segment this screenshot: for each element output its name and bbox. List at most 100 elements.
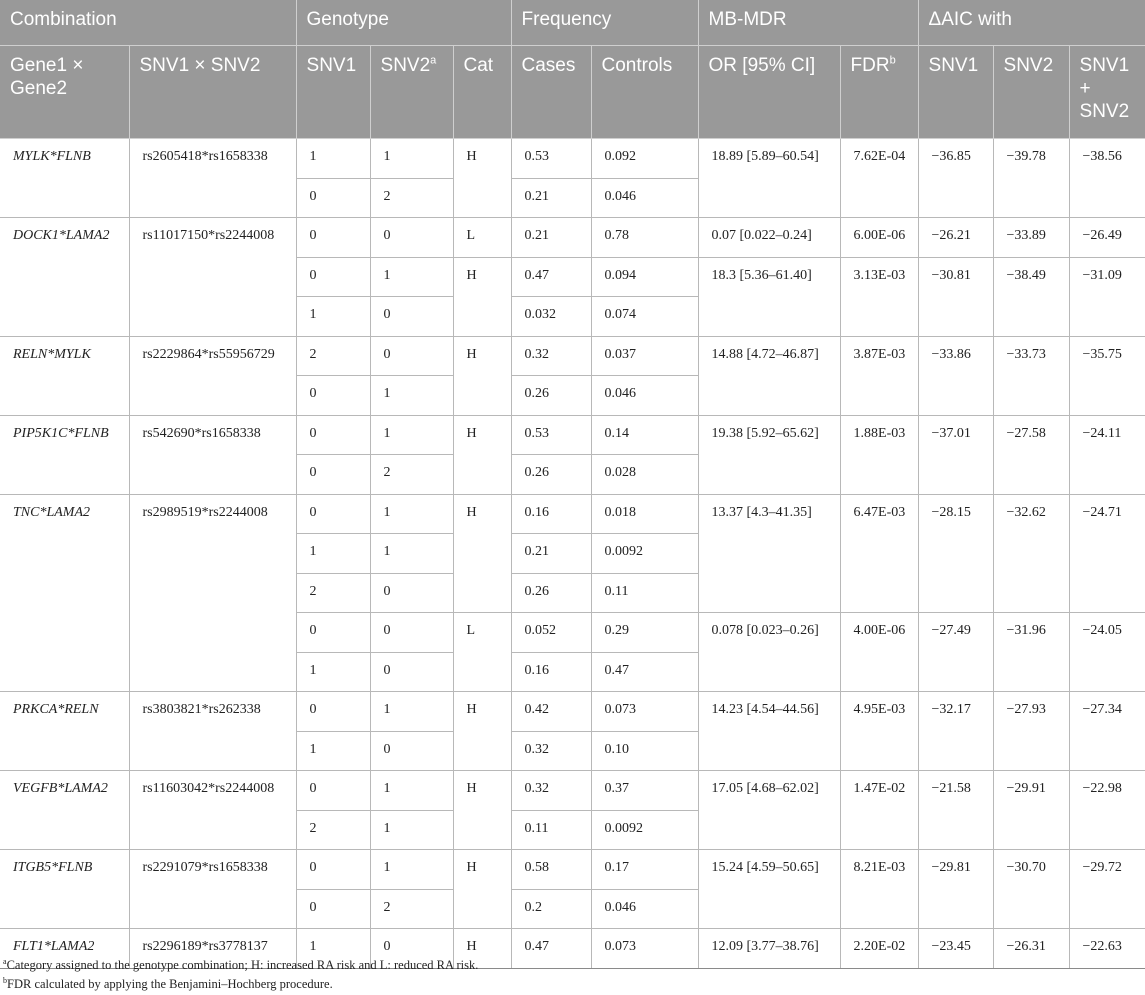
delta-aic-both-cell: −24.71 xyxy=(1068,493,1145,613)
genotype-snv2-cell: 1 xyxy=(369,414,454,455)
delta-aic-snv2-cell: −33.89 xyxy=(992,217,1070,258)
snv-pair-cell: rs2229864*rs55956729 xyxy=(128,335,297,416)
snv-pair-cell: rs3803821*rs262338 xyxy=(128,691,297,771)
controls-frequency-cell: 0.0092 xyxy=(590,809,699,850)
delta-aic-snv2-cell: −30.70 xyxy=(992,849,1070,929)
fdr-cell: 7.62E-04 xyxy=(839,138,919,218)
gene-pair-cell: TNC*LAMA2 xyxy=(0,493,130,692)
table-row: DOCK1*LAMA2 rs11017150*rs2244008 0 0 L 0.21 0.… xyxy=(0,217,1145,337)
table-row: MYLK*FLNB rs2605418*rs1658338 1 1 H 0.53 0.092… xyxy=(0,138,1145,218)
col-header-snv2-label: SNV2 xyxy=(380,55,431,76)
genotype-snv2-cell: 1 xyxy=(369,493,454,534)
genotype-snv2-cell: 2 xyxy=(369,888,454,929)
genotype-snv2-cell: 0 xyxy=(369,612,454,653)
genotype-snv2-cell: 0 xyxy=(369,651,454,692)
snv-pair-cell: rs542690*rs1658338 xyxy=(128,414,297,495)
genotype-snv1-cell: 0 xyxy=(296,612,371,653)
col-header-odds-ratio: OR [95% CI] xyxy=(698,45,841,139)
fdr-cell: 6.00E-06 xyxy=(839,217,919,258)
genotype-snv2-cell: 1 xyxy=(369,533,454,574)
category-cell: H xyxy=(452,493,512,613)
cases-frequency-cell: 0.53 xyxy=(510,414,592,455)
controls-frequency-cell: 0.14 xyxy=(590,414,699,455)
category-cell: H xyxy=(452,770,512,850)
genotype-snv1-cell: 0 xyxy=(296,177,371,218)
snv-pair-cell: rs2605418*rs1658338 xyxy=(128,138,297,218)
controls-frequency-cell: 0.094 xyxy=(590,256,699,297)
genotype-snv1-cell: 0 xyxy=(295,691,371,732)
genotype-snv2-cell: 1 xyxy=(369,691,454,732)
cases-frequency-cell: 0.21 xyxy=(510,533,592,574)
cases-frequency-cell: 0.53 xyxy=(510,138,592,179)
controls-frequency-cell: 0.046 xyxy=(590,177,699,218)
controls-frequency-cell: 0.074 xyxy=(590,296,699,337)
genotype-snv1-cell: 0 xyxy=(295,414,371,455)
group-header-mb-mdr: MB-MDR xyxy=(698,0,919,46)
controls-frequency-cell: 0.037 xyxy=(590,335,699,376)
snv-pair-cell: rs11603042*rs2244008 xyxy=(128,770,297,850)
gene-pair-cell: RELN*MYLK xyxy=(0,335,130,416)
genotype-snv1-cell: 1 xyxy=(295,138,371,179)
fdr-cell: 1.47E-02 xyxy=(839,770,919,850)
genotype-snv1-cell: 1 xyxy=(296,730,371,771)
genotype-snv2-cell: 0 xyxy=(369,335,454,376)
odds-ratio-cell: 0.07 [0.022–0.24] xyxy=(697,217,841,258)
controls-frequency-cell: 0.092 xyxy=(590,138,699,179)
genotype-snv1-cell: 2 xyxy=(295,335,371,376)
cases-frequency-cell: 0.2 xyxy=(510,888,592,929)
delta-aic-snv1-cell: −37.01 xyxy=(917,414,994,495)
table-row: TNC*LAMA2 rs2989519*rs2244008 0 1 H 0.16 0.018… xyxy=(0,493,1145,692)
controls-frequency-cell: 0.78 xyxy=(590,217,699,258)
controls-frequency-cell: 0.018 xyxy=(590,493,699,534)
cases-frequency-cell: 0.42 xyxy=(510,691,592,732)
snv-pair-cell: rs11017150*rs2244008 xyxy=(128,217,297,337)
genotype-snv2-cell: 1 xyxy=(369,375,454,416)
delta-aic-both-cell: −29.72 xyxy=(1068,849,1145,929)
delta-aic-snv2-cell: −33.73 xyxy=(992,335,1070,416)
fdr-cell: 1.88E-03 xyxy=(839,414,919,495)
category-cell: H xyxy=(452,849,512,929)
genotype-snv1-cell: 1 xyxy=(296,533,371,574)
category-cell: H xyxy=(452,335,512,416)
delta-aic-snv1-cell: −29.81 xyxy=(917,849,994,929)
genotype-snv2-cell: 2 xyxy=(369,177,454,218)
genotype-snv1-cell: 0 xyxy=(296,888,371,929)
delta-aic-both-cell: −26.49 xyxy=(1068,217,1145,258)
fdr-cell: 3.87E-03 xyxy=(839,335,919,416)
col-header-aic-both: SNV1 + SNV2 xyxy=(1069,45,1145,139)
delta-aic-snv2-cell: −39.78 xyxy=(992,138,1070,218)
odds-ratio-cell: 17.05 [4.68–62.02] xyxy=(697,770,841,850)
controls-frequency-cell: 0.29 xyxy=(590,612,699,653)
table-row: VEGFB*LAMA2 rs11603042*rs2244008 0 1 H 0.32 0.… xyxy=(0,770,1145,850)
controls-frequency-cell: 0.47 xyxy=(590,651,699,692)
col-header-fdr-label: FDR xyxy=(850,55,890,76)
header-group-row: Combination Genotype Frequency MB-MDR ΔA… xyxy=(0,0,1145,46)
cases-frequency-cell: 0.16 xyxy=(510,493,592,534)
genotype-snv2-cell: 1 xyxy=(369,256,454,297)
delta-aic-snv2-cell: −31.96 xyxy=(992,612,1070,692)
category-cell: H xyxy=(452,138,512,218)
odds-ratio-cell: 14.23 [4.54–44.56] xyxy=(697,691,841,771)
controls-frequency-cell: 0.17 xyxy=(590,849,699,890)
cases-frequency-cell: 0.47 xyxy=(510,928,592,969)
category-cell: H xyxy=(452,256,512,337)
col-header-snv1: SNV1 xyxy=(296,45,371,139)
controls-frequency-cell: 0.046 xyxy=(590,375,699,416)
col-header-gene-pair: Gene1 × Gene2 xyxy=(0,45,130,139)
table-row: RELN*MYLK rs2229864*rs55956729 2 0 H 0.32 0.03… xyxy=(0,335,1145,416)
genotype-snv1-cell: 1 xyxy=(296,296,371,337)
delta-aic-snv2-cell: −27.93 xyxy=(992,691,1070,771)
delta-aic-both-cell: −22.63 xyxy=(1068,928,1145,969)
footnote-b-text: FDR calculated by applying the Benjamini… xyxy=(7,977,333,991)
snv-pair-cell: rs2291079*rs1658338 xyxy=(128,849,297,929)
group-header-frequency: Frequency xyxy=(511,0,699,46)
genotype-snv2-cell: 1 xyxy=(369,138,454,179)
footnote-a: aCategory assigned to the genotype combi… xyxy=(3,957,478,973)
controls-frequency-cell: 0.073 xyxy=(590,691,699,732)
col-header-snv-pair: SNV1 × SNV2 xyxy=(129,45,297,139)
col-header-fdr: FDRb xyxy=(840,45,919,139)
delta-aic-snv1-cell: −28.15 xyxy=(917,493,994,613)
category-cell: H xyxy=(452,691,512,771)
col-header-controls: Controls xyxy=(591,45,699,139)
fdr-cell: 6.47E-03 xyxy=(839,493,919,613)
